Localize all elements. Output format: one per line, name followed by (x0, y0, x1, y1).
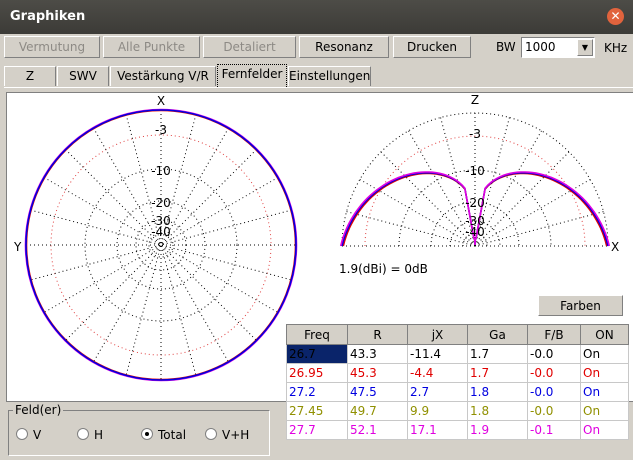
azimuth-side-label: Y (13, 240, 22, 254)
cell-ga[interactable]: 1.8 (467, 382, 528, 402)
feld-legend: Feld(er) (13, 403, 64, 417)
cell-on[interactable]: On (580, 344, 629, 364)
cell-freq[interactable]: 27.7 (286, 420, 348, 440)
cell-r[interactable]: 45.3 (347, 363, 408, 383)
header-on[interactable]: ON (580, 324, 629, 345)
table-row[interactable]: 26.7 43.3 -11.4 1.7 -0.0 On (286, 344, 629, 364)
elevation-ring-label-3: -3 (469, 127, 481, 141)
radio-icon[interactable] (77, 428, 89, 440)
cell-fb[interactable]: -0.0 (527, 401, 581, 421)
cell-r[interactable]: 49.7 (347, 401, 408, 421)
cell-on[interactable]: On (580, 382, 629, 402)
header-fb[interactable]: F/B (527, 324, 581, 345)
header-r[interactable]: R (347, 324, 408, 345)
cell-ga[interactable]: 1.7 (467, 363, 528, 383)
table-row[interactable]: 27.45 49.7 9.9 1.8 -0.0 On (286, 401, 629, 421)
radio-icon[interactable] (16, 428, 28, 440)
cell-freq[interactable]: 26.7 (286, 344, 348, 364)
radio-v-label: V (33, 428, 42, 442)
cell-fb[interactable]: -0.0 (527, 382, 581, 402)
elevation-side-label: X (611, 240, 619, 254)
cell-freq[interactable]: 26.95 (286, 363, 348, 383)
cell-jx[interactable]: -4.4 (407, 363, 468, 383)
cell-jx[interactable]: 2.7 (407, 382, 468, 402)
azimuth-ring-label-40: -40 (151, 225, 171, 239)
header-jx[interactable]: jX (407, 324, 468, 345)
radio-selected-icon[interactable] (141, 428, 153, 440)
header-freq[interactable]: Freq (286, 324, 348, 345)
gain-caption: 1.9(dBi) = 0dB (339, 262, 428, 276)
radio-h[interactable]: H (77, 428, 103, 442)
feld-group: Feld(er) V H Total V+H (8, 403, 270, 456)
elevation-ring-label-10: -10 (465, 164, 485, 178)
polar-spoke (380, 151, 476, 247)
polar-spoke (346, 211, 476, 247)
cell-jx[interactable]: -11.4 (407, 344, 468, 364)
cell-on[interactable]: On (580, 363, 629, 383)
cell-freq[interactable]: 27.45 (286, 401, 348, 421)
elevation-ring-label-40: -40 (465, 225, 485, 239)
cell-r[interactable]: 52.1 (347, 420, 408, 440)
header-ga[interactable]: Ga (467, 324, 528, 345)
radio-v[interactable]: V (16, 428, 41, 442)
cell-on[interactable]: On (580, 401, 629, 421)
radio-total-label: Total (158, 428, 187, 442)
cell-r[interactable]: 43.3 (347, 344, 408, 364)
cell-ga[interactable]: 1.8 (467, 401, 528, 421)
cell-jx[interactable]: 17.1 (407, 420, 468, 440)
azimuth-top-label: X (157, 94, 165, 108)
farben-button[interactable]: Farben (538, 295, 623, 316)
radio-h-label: H (94, 428, 104, 442)
radio-v-h-label: V+H (222, 428, 250, 442)
radio-v-h[interactable]: V+H (205, 428, 249, 442)
results-table: Freq R jX Ga F/B ON 26.7 43.3 -11.4 1.7 … (286, 324, 629, 440)
cell-ga[interactable]: 1.7 (467, 344, 528, 364)
cell-on[interactable]: On (580, 420, 629, 440)
radio-total[interactable]: Total (141, 428, 186, 442)
radio-icon[interactable] (205, 428, 217, 440)
elevation-ring-label-20: -20 (465, 196, 485, 210)
cell-jx[interactable]: 9.9 (407, 401, 468, 421)
cell-freq[interactable]: 27.2 (286, 382, 348, 402)
azimuth-ring-label-20: -20 (151, 196, 171, 210)
azimuth-ring-label-10: -10 (151, 164, 171, 178)
elevation-top-label: Z (471, 93, 479, 107)
table-header-row: Freq R jX Ga F/B ON (286, 324, 629, 345)
cell-fb[interactable]: -0.0 (527, 363, 581, 383)
table-row[interactable]: 27.2 47.5 2.7 1.8 -0.0 On (286, 382, 629, 402)
polar-spoke (474, 211, 604, 247)
table-row[interactable]: 27.7 52.1 17.1 1.9 -0.1 On (286, 420, 629, 440)
cell-fb[interactable]: -0.0 (527, 344, 581, 364)
azimuth-plot (24, 108, 298, 382)
polar-spoke (474, 151, 570, 247)
azimuth-ring-label-3: -3 (155, 123, 167, 137)
cell-fb[interactable]: -0.1 (527, 420, 581, 440)
cell-ga[interactable]: 1.9 (467, 420, 528, 440)
cell-r[interactable]: 47.5 (347, 382, 408, 402)
table-row[interactable]: 26.95 45.3 -4.4 1.7 -0.0 On (286, 363, 629, 383)
